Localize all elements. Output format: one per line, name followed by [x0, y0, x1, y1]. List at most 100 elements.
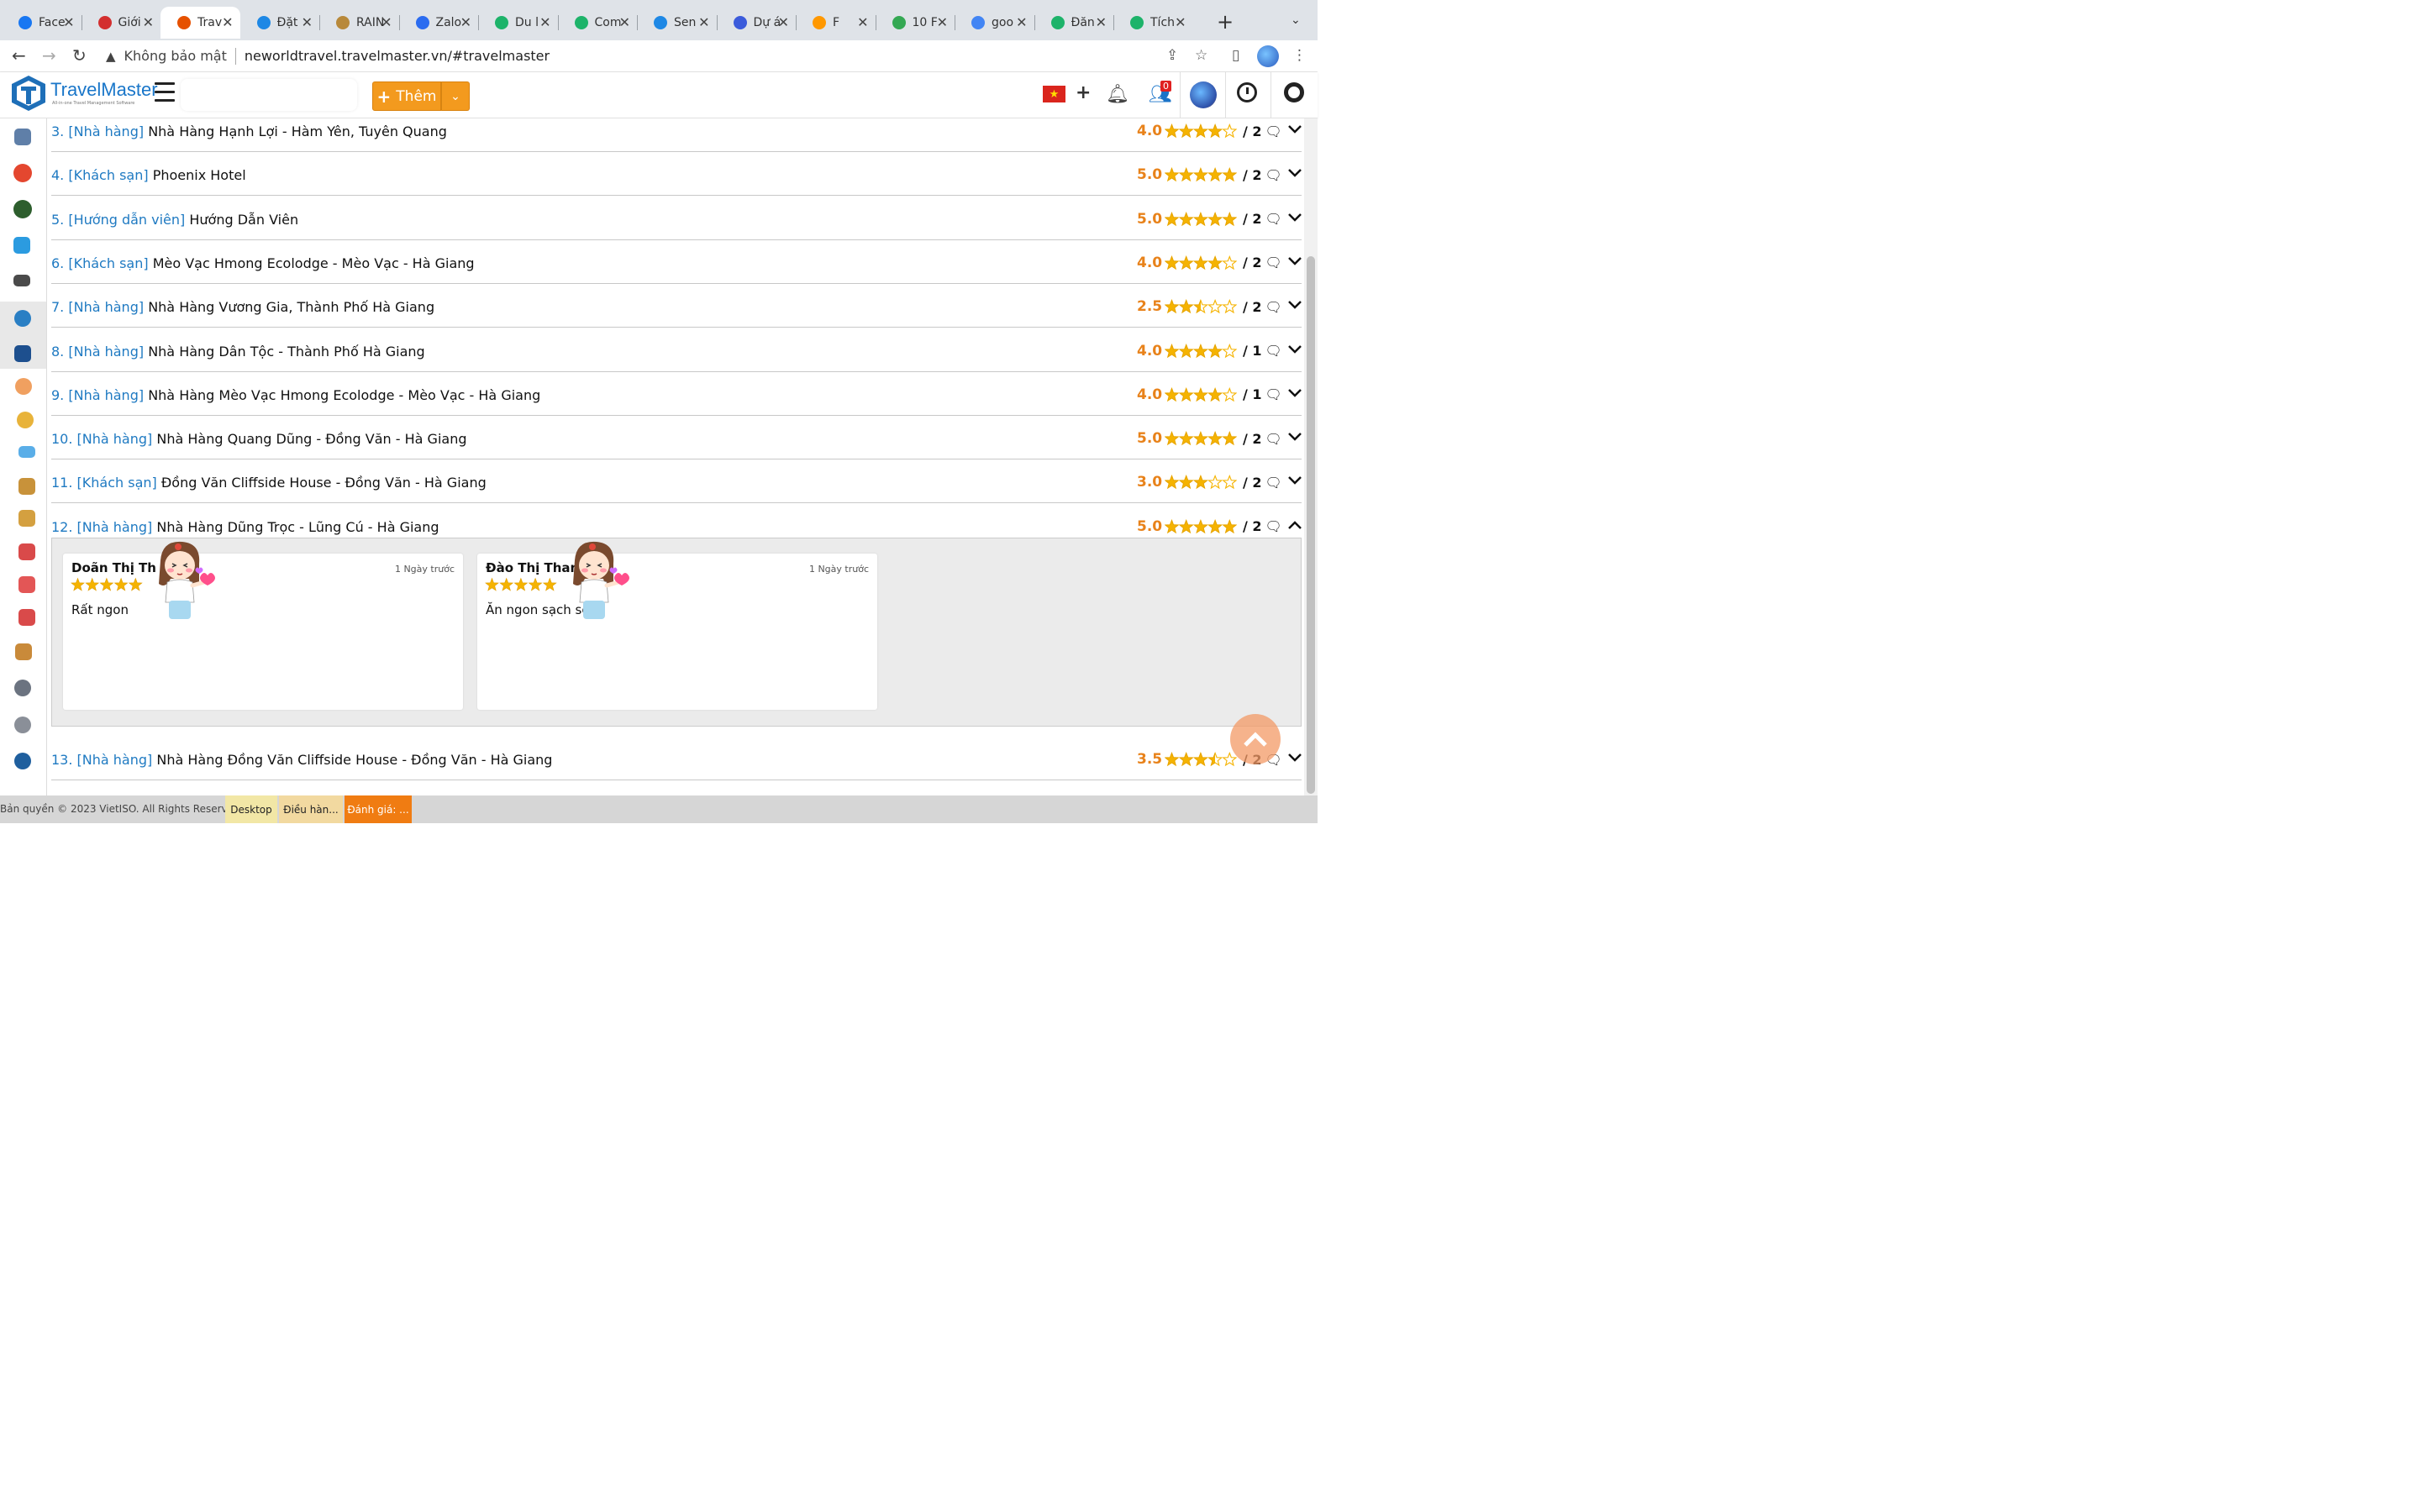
tab-close-icon[interactable]: ✕ [539, 14, 550, 30]
comments-icon[interactable]: 🗨︎ [1265, 299, 1282, 315]
taskbar-tab-reviews[interactable]: Đánh giá: ... [345, 795, 412, 823]
back-to-top-button[interactable] [1230, 714, 1281, 764]
chevron-down-icon[interactable] [1288, 121, 1302, 137]
review-title[interactable]: 8. [Nhà hàng] Nhà Hàng Dân Tộc - Thành P… [51, 344, 425, 360]
comments-icon[interactable]: 🗨︎ [1265, 431, 1282, 447]
comments-icon[interactable]: 🗨︎ [1265, 518, 1282, 534]
browser-tab[interactable]: Zalo ✕ [399, 7, 479, 39]
sidebar-box-icon[interactable] [18, 478, 35, 495]
tab-close-icon[interactable]: ✕ [222, 14, 233, 30]
sidebar-calendar-icon[interactable] [18, 576, 35, 593]
tab-close-icon[interactable]: ✕ [1096, 14, 1107, 30]
review-title[interactable]: 10. [Nhà hàng] Nhà Hàng Quang Dũng - Đồn… [51, 431, 467, 447]
chevron-down-icon[interactable] [1288, 297, 1302, 312]
sidebar-review-icon[interactable] [14, 310, 31, 327]
forward-arrow-icon[interactable]: → [42, 45, 56, 66]
sidebar-bus-icon[interactable] [13, 275, 30, 286]
browser-tab[interactable]: Sen ✕ [637, 7, 717, 39]
comments-icon[interactable]: 🗨︎ [1265, 255, 1282, 270]
review-row[interactable]: 4. [Khách sạn] Phoenix Hotel 5.0 / 2 🗨︎ [51, 161, 1302, 197]
tab-close-icon[interactable]: ✕ [857, 14, 868, 30]
tab-close-icon[interactable]: ✕ [302, 14, 313, 30]
tab-close-icon[interactable]: ✕ [381, 14, 392, 30]
tab-close-icon[interactable]: ✕ [698, 14, 709, 30]
chevron-down-icon[interactable] [1288, 165, 1302, 181]
comments-icon[interactable]: 🗨︎ [1265, 211, 1282, 227]
browser-tab[interactable]: goo ✕ [955, 7, 1034, 39]
omnibox[interactable]: ▲ Không bảo mật neworldtravel.travelmast… [99, 44, 1225, 68]
sidebar-settings-icon[interactable] [14, 753, 31, 769]
tab-close-icon[interactable]: ✕ [460, 14, 471, 30]
sidebar-compass-icon[interactable] [17, 412, 34, 428]
tab-close-icon[interactable]: ✕ [778, 14, 789, 30]
review-title[interactable]: 11. [Khách sạn] Đồng Văn Cliffside House… [51, 475, 487, 491]
review-row[interactable]: 5. [Hướng dẫn viên] Hướng Dẫn Viên 5.0 / 2… [51, 206, 1302, 240]
sidebar-people-icon[interactable] [14, 345, 31, 362]
browser-tab[interactable]: 10 F ✕ [876, 7, 955, 39]
review-row[interactable]: 3. [Nhà hàng] Nhà Hàng Hạnh Lợi - Hàm Yê… [51, 118, 1302, 152]
new-tab-button[interactable]: + [1217, 10, 1234, 34]
browser-tab[interactable]: Com ✕ [558, 7, 638, 39]
notification-bell-icon[interactable]: 🔔︎ [1106, 84, 1129, 105]
sidebar-admin-icon[interactable] [14, 717, 31, 733]
browser-tab[interactable]: Đăn ✕ [1034, 7, 1114, 39]
review-row[interactable]: 9. [Nhà hàng] Nhà Hàng Mèo Vạc Hmong Eco… [51, 381, 1302, 416]
sidebar-printer-icon[interactable] [18, 543, 35, 560]
sidebar-tour-icon[interactable] [13, 164, 32, 182]
browser-tab[interactable]: Du l ✕ [478, 7, 558, 39]
chevron-down-icon[interactable] [1288, 253, 1302, 269]
chevron-down-icon[interactable] [1288, 428, 1302, 444]
chrome-menu-icon[interactable]: ⋮ [1292, 47, 1307, 64]
browser-tab[interactable]: Giới ✕ [82, 7, 161, 39]
review-title[interactable]: 9. [Nhà hàng] Nhà Hàng Mèo Vạc Hmong Eco… [51, 387, 540, 403]
globe-icon[interactable] [1190, 81, 1217, 108]
bookmark-star-icon[interactable]: ☆ [1195, 47, 1207, 64]
browser-tab[interactable]: F ✕ [796, 7, 876, 39]
review-row[interactable]: 6. [Khách sạn] Mèo Vạc Hmong Ecolodge - … [51, 249, 1302, 284]
tab-close-icon[interactable]: ✕ [143, 14, 154, 30]
review-title[interactable]: 12. [Nhà hàng] Nhà Hàng Dũng Trọc - Lũng… [51, 519, 439, 535]
security-label[interactable]: Không bảo mật [124, 48, 227, 64]
review-row[interactable]: 8. [Nhà hàng] Nhà Hàng Dân Tộc - Thành P… [51, 338, 1302, 372]
add-dropdown-chevron-icon[interactable]: ⌄ [441, 81, 470, 111]
chevron-down-icon[interactable] [1288, 385, 1302, 401]
sidebar-printer2-icon[interactable] [18, 609, 35, 626]
sidebar-building-icon[interactable] [18, 510, 35, 527]
tab-close-icon[interactable]: ✕ [1175, 14, 1186, 30]
warning-triangle-icon[interactable]: ▲ [106, 49, 116, 64]
sidebar-book-icon[interactable] [15, 643, 32, 660]
sidebar-hand-icon[interactable] [15, 378, 32, 395]
add-button[interactable]: + Thêm [372, 81, 441, 111]
share-icon[interactable]: ⇪ [1166, 47, 1178, 64]
sidebar-map-icon[interactable] [13, 200, 32, 218]
reload-icon[interactable]: ↻ [72, 45, 87, 66]
clock-icon[interactable] [1237, 82, 1257, 102]
review-title[interactable]: 6. [Khách sạn] Mèo Vạc Hmong Ecolodge - … [51, 255, 475, 271]
chevron-down-icon[interactable] [1288, 749, 1302, 765]
review-title[interactable]: 4. [Khách sạn] Phoenix Hotel [51, 167, 246, 183]
tab-close-icon[interactable]: ✕ [619, 14, 630, 30]
quick-add-plus-icon[interactable]: + [1076, 82, 1091, 103]
chevron-down-icon[interactable] [1288, 472, 1302, 488]
scrollbar-thumb[interactable] [1307, 256, 1315, 794]
review-row[interactable]: 10. [Nhà hàng] Nhà Hàng Quang Dũng - Đồn… [51, 425, 1302, 460]
chevron-down-icon[interactable] [1288, 341, 1302, 357]
tab-close-icon[interactable]: ✕ [937, 14, 948, 30]
browser-tab[interactable]: Trav ✕ [160, 7, 240, 39]
back-arrow-icon[interactable]: ← [12, 45, 26, 66]
browser-tab[interactable]: Đặt ✕ [240, 7, 320, 39]
chevron-up-icon[interactable] [1288, 517, 1302, 533]
tab-search-chevron-icon[interactable]: ⌄ [1291, 13, 1301, 27]
review-title[interactable]: 7. [Nhà hàng] Nhà Hàng Vương Gia, Thành … [51, 299, 434, 315]
url-text[interactable]: neworldtravel.travelmaster.vn/#travelmas… [245, 48, 550, 64]
side-panel-icon[interactable]: ▯ [1232, 47, 1239, 64]
taskbar-tab-operations[interactable]: Điều hàn... [279, 795, 343, 823]
comments-icon[interactable]: 🗨︎ [1265, 167, 1282, 183]
comments-icon[interactable]: 🗨︎ [1265, 123, 1282, 139]
browser-tab[interactable]: RAIN ✕ [319, 7, 399, 39]
review-title[interactable]: 3. [Nhà hàng] Nhà Hàng Hạnh Lợi - Hàm Yê… [51, 123, 447, 139]
chevron-down-icon[interactable] [1288, 209, 1302, 225]
hamburger-menu-icon[interactable] [155, 82, 175, 108]
browser-tab[interactable]: Tích ✕ [1113, 7, 1193, 39]
sidebar-travel-icon[interactable] [14, 129, 31, 145]
